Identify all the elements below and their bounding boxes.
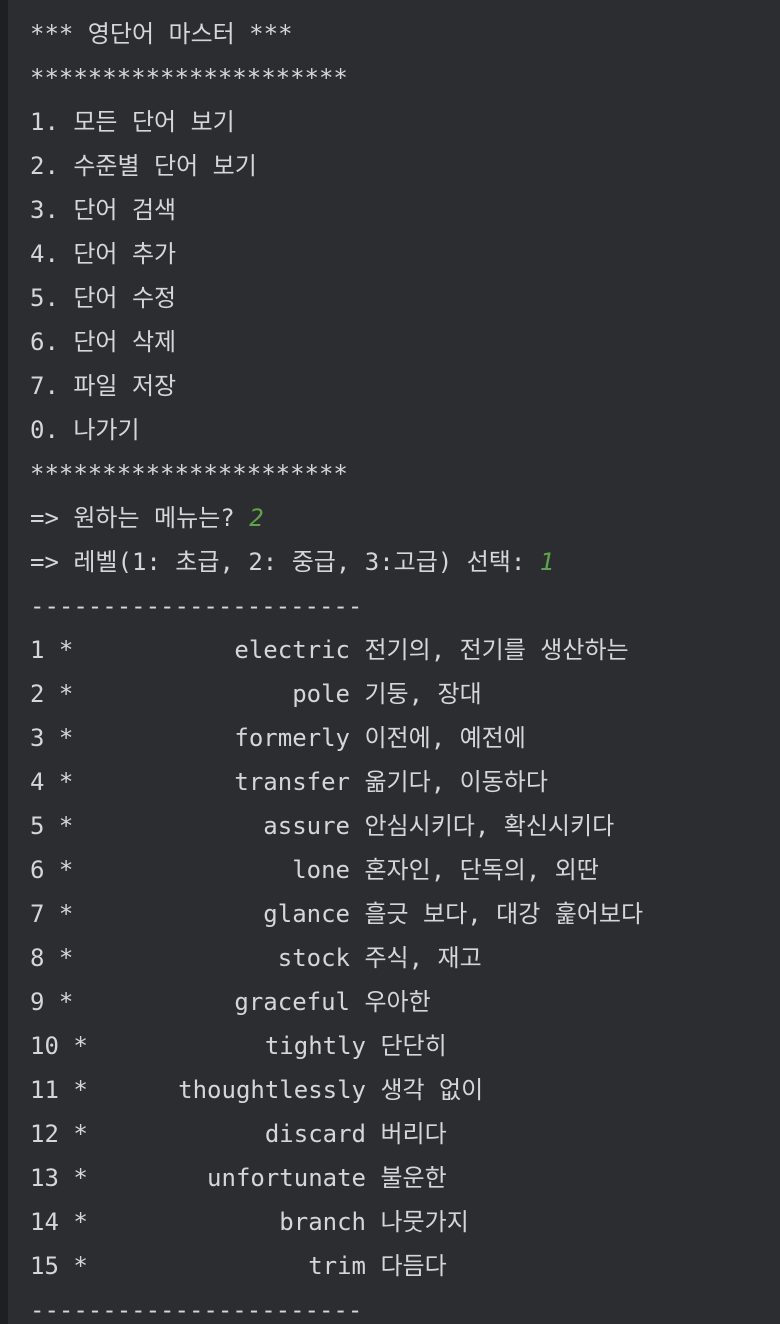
console-output[interactable]: *** 영단어 마스터 *** ********************** 1… [30, 12, 770, 1324]
word-row: 11 * thoughtlessly 생각 없이 [30, 1068, 770, 1112]
word-english: tightly [264, 1032, 366, 1060]
word-meaning: 나뭇가지 [380, 1208, 469, 1236]
word-english: electric [234, 636, 350, 664]
menu-item: 2. 수준별 단어 보기 [30, 152, 257, 180]
word-row: 1 * electric 전기의, 전기를 생산하는 [30, 628, 770, 672]
word-row: 6 * lone 혼자인, 단독의, 외딴 [30, 848, 770, 892]
level-prompt-line: => 레벨(1: 초급, 2: 중급, 3:고급) 선택: 1 [30, 540, 770, 584]
word-meaning: 기둥, 장대 [364, 680, 482, 708]
word-number: 12 * [30, 1120, 88, 1148]
word-row: 10 * tightly 단단히 [30, 1024, 770, 1068]
word-number: 14 * [30, 1208, 88, 1236]
word-number: 15 * [30, 1252, 88, 1280]
list-separator-bottom: ----------------------- [30, 1296, 363, 1324]
menu-separator-top: ********************** [30, 64, 348, 92]
word-english: thoughtlessly [178, 1076, 366, 1104]
word-row: 13 * unfortunate 불운한 [30, 1156, 770, 1200]
word-number: 11 * [30, 1076, 88, 1104]
word-meaning: 혼자인, 단독의, 외딴 [364, 856, 599, 884]
word-row: 9 * graceful 우아한 [30, 980, 770, 1024]
menu-item: 0. 나가기 [30, 416, 140, 444]
menu-item: 7. 파일 저장 [30, 372, 177, 400]
word-number: 7 * [30, 900, 74, 928]
menu-item: 5. 단어 수정 [30, 284, 177, 312]
word-row: 14 * branch 나뭇가지 [30, 1200, 770, 1244]
menu-input: 2 [249, 504, 264, 532]
word-english: unfortunate [207, 1164, 366, 1192]
word-number: 13 * [30, 1164, 88, 1192]
word-list: 1 * electric 전기의, 전기를 생산하는 2 * pole 기둥, 장대 3… [30, 628, 770, 1288]
word-row: 12 * discard 버리다 [30, 1112, 770, 1156]
menu-prompt-line: => 원하는 메뉴는? 2 [30, 496, 770, 540]
word-number: 1 * [30, 636, 74, 664]
program-title: *** 영단어 마스터 *** [30, 20, 293, 48]
word-english: trim [308, 1252, 366, 1280]
word-meaning: 흘긋 보다, 대강 훑어보다 [364, 900, 644, 928]
menu-item: 6. 단어 삭제 [30, 328, 177, 356]
list-separator-top: ----------------------- [30, 592, 363, 620]
menu-separator-bottom: ********************** [30, 460, 348, 488]
word-row: 5 * assure 안심시키다, 확신시키다 [30, 804, 770, 848]
word-number: 9 * [30, 988, 74, 1016]
word-row: 4 * transfer 옮기다, 이동하다 [30, 760, 770, 804]
word-english: branch [279, 1208, 366, 1236]
menu-item: 4. 단어 추가 [30, 240, 177, 268]
word-meaning: 주식, 재고 [364, 944, 482, 972]
level-input: 1 [539, 548, 555, 576]
word-row: 2 * pole 기둥, 장대 [30, 672, 770, 716]
word-meaning: 불운한 [380, 1164, 447, 1192]
word-english: pole [292, 680, 350, 708]
word-row: 8 * stock 주식, 재고 [30, 936, 770, 980]
word-number: 6 * [30, 856, 74, 884]
word-meaning: 안심시키다, 확신시키다 [364, 812, 615, 840]
word-number: 4 * [30, 768, 74, 796]
word-english: formerly [234, 724, 350, 752]
word-meaning: 옮기다, 이동하다 [364, 768, 548, 796]
menu-list: 1. 모든 단어 보기 2. 수준별 단어 보기 3. 단어 검색 4. 단어 추가 5… [30, 100, 770, 452]
editor-gutter [0, 0, 8, 1324]
word-meaning: 전기의, 전기를 생산하는 [364, 636, 629, 664]
menu-prompt: => 원하는 메뉴는? [30, 504, 250, 532]
word-row: 15 * trim 다듬다 [30, 1244, 770, 1288]
word-meaning: 생각 없이 [380, 1076, 484, 1104]
word-number: 2 * [30, 680, 74, 708]
word-english: stock [277, 944, 350, 972]
word-number: 8 * [30, 944, 74, 972]
word-english: transfer [234, 768, 350, 796]
word-english: lone [292, 856, 350, 884]
word-meaning: 우아한 [364, 988, 431, 1016]
word-meaning: 다듬다 [380, 1252, 447, 1280]
word-number: 10 * [30, 1032, 88, 1060]
word-meaning: 단단히 [380, 1032, 447, 1060]
menu-item: 3. 단어 검색 [30, 196, 177, 224]
word-row: 7 * glance 흘긋 보다, 대강 훑어보다 [30, 892, 770, 936]
word-english: discard [264, 1120, 366, 1148]
menu-item: 1. 모든 단어 보기 [30, 108, 235, 136]
word-english: assure [263, 812, 350, 840]
word-number: 3 * [30, 724, 74, 752]
word-english: graceful [234, 988, 350, 1016]
word-meaning: 버리다 [380, 1120, 447, 1148]
word-row: 3 * formerly 이전에, 예전에 [30, 716, 770, 760]
word-number: 5 * [30, 812, 74, 840]
level-prompt: => 레벨(1: 초급, 2: 중급, 3:고급) 선택: [30, 548, 540, 576]
word-english: glance [263, 900, 350, 928]
word-meaning: 이전에, 예전에 [364, 724, 526, 752]
